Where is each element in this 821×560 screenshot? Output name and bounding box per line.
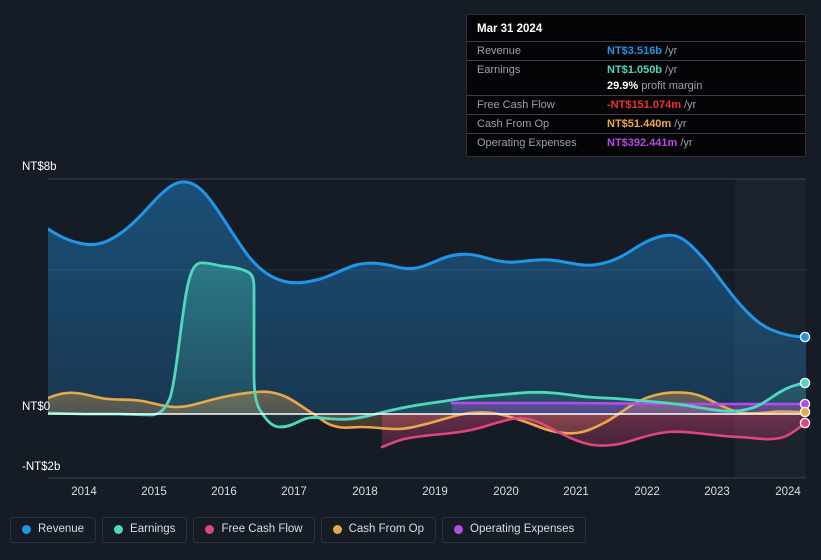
- endpoint-free-cash-flow: [799, 417, 811, 429]
- tooltip-unit-revenue: /yr: [665, 45, 678, 57]
- x-tick-2018: 2018: [352, 486, 378, 498]
- legend-dot-free-cash-flow-icon: [205, 525, 215, 535]
- series-line-operating-expenses: [450, 401, 806, 406]
- tooltip-unit-free-cash-flow: /yr: [684, 99, 697, 111]
- y-axis-label-zero: NT$0: [22, 401, 50, 413]
- tooltip-value-revenue: NT$3.516b: [607, 45, 663, 57]
- legend-dot-cash-from-op-icon: [332, 525, 342, 535]
- x-tick-2023: 2023: [704, 486, 730, 498]
- y-axis-label-top: NT$8b: [22, 161, 57, 173]
- legend-item-cash-from-op[interactable]: Cash From Op: [320, 517, 437, 543]
- tooltip-row-free-cash-flow: Free Cash Flow -NT$151.074m /yr: [467, 95, 805, 114]
- legend-label-free-cash-flow: Free Cash Flow: [221, 523, 303, 535]
- tooltip-unit-cash-from-op: /yr: [674, 118, 687, 130]
- endpoint-earnings: [799, 377, 811, 389]
- tooltip-date: Mar 31 2024: [477, 23, 543, 35]
- legend-label-earnings: Earnings: [130, 523, 176, 535]
- tooltip-label-cash-from-op: Cash From Op: [477, 118, 550, 130]
- tooltip-unit-earnings: /yr: [665, 64, 678, 76]
- legend-label-revenue: Revenue: [38, 523, 85, 535]
- legend-item-earnings[interactable]: Earnings: [102, 517, 188, 543]
- legend-label-operating-expenses: Operating Expenses: [470, 523, 575, 535]
- tooltip-value-profit-margin: 29.9%: [607, 80, 639, 92]
- tooltip-value-cash-from-op: NT$51.440m: [607, 118, 672, 130]
- tooltip-label-operating-expenses: Operating Expenses: [477, 137, 577, 149]
- tooltip-label-earnings: Earnings: [477, 64, 521, 76]
- tooltip-row-revenue: Revenue NT$3.516b /yr: [467, 41, 805, 60]
- tooltip-row-cash-from-op: Cash From Op NT$51.440m /yr: [467, 114, 805, 133]
- tooltip-unit-profit-margin: profit margin: [641, 80, 703, 92]
- tooltip-label-revenue: Revenue: [477, 45, 522, 57]
- x-tick-2019: 2019: [422, 486, 448, 498]
- tooltip-row-operating-expenses: Operating Expenses NT$392.441m /yr: [467, 133, 805, 152]
- tooltip-row-profit-margin: 29.9% profit margin: [467, 79, 805, 95]
- legend-item-free-cash-flow[interactable]: Free Cash Flow: [193, 517, 315, 543]
- legend-item-operating-expenses[interactable]: Operating Expenses: [442, 517, 587, 543]
- endpoint-cash-from-op: [799, 406, 811, 418]
- tooltip-value-operating-expenses: NT$392.441m: [607, 137, 678, 149]
- x-tick-2020: 2020: [493, 486, 519, 498]
- y-axis-label-bottom: -NT$2b: [22, 461, 60, 473]
- legend-label-cash-from-op: Cash From Op: [348, 523, 425, 535]
- tooltip-row-earnings: Earnings NT$1.050b /yr: [467, 60, 805, 79]
- x-tick-2015: 2015: [141, 486, 167, 498]
- legend-dot-earnings-icon: [114, 525, 124, 535]
- legend-dot-operating-expenses-icon: [454, 525, 464, 535]
- chart-legend: Revenue Earnings Free Cash Flow Cash Fro…: [10, 517, 587, 543]
- endpoint-revenue: [799, 331, 811, 343]
- tooltip-unit-operating-expenses: /yr: [680, 137, 693, 149]
- financial-chart-widget: NT$8b NT$0 -NT$2b 2014 2015 2016 2017 20…: [0, 0, 821, 560]
- x-tick-2014: 2014: [71, 486, 97, 498]
- x-tick-2016: 2016: [211, 486, 237, 498]
- tooltip-label-free-cash-flow: Free Cash Flow: [477, 99, 555, 111]
- data-tooltip: Mar 31 2024 Revenue NT$3.516b /yr Earnin…: [466, 14, 806, 157]
- legend-item-revenue[interactable]: Revenue: [10, 517, 97, 543]
- tooltip-value-free-cash-flow: -NT$151.074m: [607, 99, 681, 111]
- x-tick-2022: 2022: [634, 486, 660, 498]
- x-tick-2017: 2017: [281, 486, 307, 498]
- x-tick-2024: 2024: [775, 486, 801, 498]
- legend-dot-revenue-icon: [22, 525, 31, 535]
- tooltip-value-earnings: NT$1.050b: [607, 64, 663, 76]
- x-tick-2021: 2021: [563, 486, 589, 498]
